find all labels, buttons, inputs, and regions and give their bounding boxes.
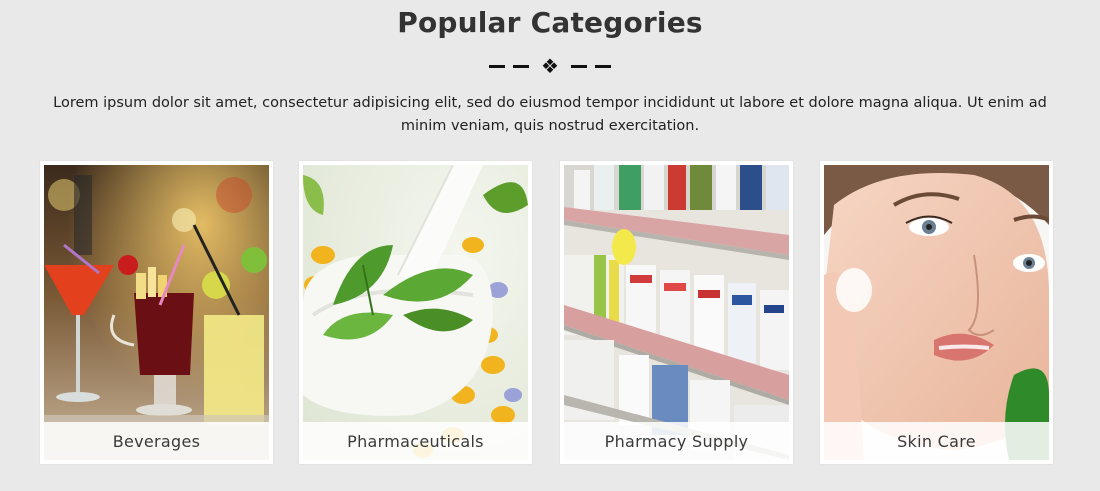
title-divider: ❖ [0, 53, 1100, 79]
divider-line [570, 64, 587, 68]
divider-line [594, 64, 611, 68]
category-label[interactable]: Pharmacy Supply [564, 422, 789, 460]
category-grid: Beverages Pharmaceuticals Pharmacy Suppl… [40, 161, 1060, 464]
section-title: Popular Categories [397, 6, 703, 39]
category-card-pharmacy-supply[interactable]: Pharmacy Supply [560, 161, 793, 464]
section-intro: Lorem ipsum dolor sit amet, consectetur … [53, 95, 1047, 134]
category-label[interactable]: Beverages [44, 422, 269, 460]
diamond-ornament-icon: ❖ [541, 54, 559, 78]
category-card-beverages[interactable]: Beverages [40, 161, 273, 464]
mortar-pestle-herbs-photo[interactable] [303, 165, 528, 460]
category-label[interactable]: Skin Care [824, 422, 1049, 460]
cocktail-drinks-photo[interactable] [44, 165, 269, 460]
category-label[interactable]: Pharmaceuticals [303, 422, 528, 460]
category-card-skin-care[interactable]: Skin Care [820, 161, 1053, 464]
divider-line [513, 64, 530, 68]
pharmacy-shelves-photo[interactable] [564, 165, 789, 460]
divider-line [489, 64, 506, 68]
category-card-pharmaceuticals[interactable]: Pharmaceuticals [299, 161, 532, 464]
woman-face-cream-photo[interactable] [824, 165, 1049, 460]
